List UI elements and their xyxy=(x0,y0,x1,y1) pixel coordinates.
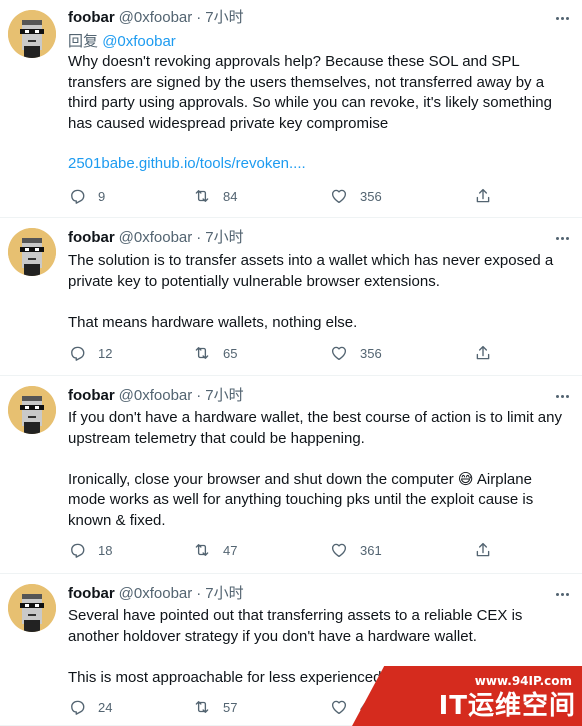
display-name[interactable]: foobar xyxy=(68,386,115,406)
retweet-button[interactable]: 47 xyxy=(193,540,237,560)
timestamp[interactable]: 7小时 xyxy=(205,386,243,406)
retweet-count: 57 xyxy=(223,699,238,715)
tweet-actions: 12 65 356 xyxy=(68,343,498,363)
heart-icon xyxy=(331,346,347,361)
tweet[interactable]: foobar @0xfoobar · 7小时 The solution is t… xyxy=(0,218,582,376)
tweet-header: foobar @0xfoobar · 7小时 xyxy=(68,228,244,248)
user-handle[interactable]: @0xfoobar xyxy=(119,8,193,28)
retweet-count: 47 xyxy=(223,542,238,558)
share-button[interactable] xyxy=(474,343,492,363)
retweet-button[interactable]: 57 xyxy=(193,697,237,717)
share-button[interactable] xyxy=(474,540,492,560)
separator-dot: · xyxy=(196,229,202,246)
share-icon xyxy=(476,542,490,557)
reply-count: 24 xyxy=(98,699,113,715)
tweet-text: If you don't have a hardware wallet, the… xyxy=(68,409,562,529)
more-options-icon[interactable] xyxy=(552,386,572,406)
heart-icon xyxy=(331,543,347,558)
retweet-count: 84 xyxy=(223,188,238,204)
user-handle[interactable]: @0xfoobar xyxy=(119,584,193,604)
avatar[interactable] xyxy=(8,10,56,58)
reply-icon xyxy=(71,189,85,204)
heart-icon xyxy=(331,700,347,715)
retweet-button[interactable]: 84 xyxy=(193,186,237,206)
tweet[interactable]: foobar @0xfoobar · 7小时 If you don't have… xyxy=(0,376,582,574)
user-handle[interactable]: @0xfoobar xyxy=(119,228,193,248)
retweet-icon xyxy=(195,544,209,556)
tweet-link[interactable]: 2501babe.github.io/tools/revoken.... xyxy=(68,154,568,175)
separator-dot: · xyxy=(196,9,202,26)
retweet-icon xyxy=(195,347,209,359)
reply-icon xyxy=(71,700,85,715)
tweet-actions: 18 47 361 xyxy=(68,540,498,560)
tweet-text: The solution is to transfer assets into … xyxy=(68,252,554,331)
more-options-icon[interactable] xyxy=(552,228,572,248)
more-options-icon[interactable] xyxy=(552,8,572,28)
timestamp[interactable]: 7小时 xyxy=(205,228,243,248)
retweet-count: 65 xyxy=(223,345,238,361)
share-icon xyxy=(476,188,490,203)
like-button[interactable]: 361 xyxy=(330,540,382,560)
share-button[interactable] xyxy=(474,186,492,206)
share-icon xyxy=(476,345,490,360)
avatar[interactable] xyxy=(8,228,56,276)
display-name[interactable]: foobar xyxy=(68,228,115,248)
replying-to: 回复 @0xfoobar xyxy=(68,32,176,52)
like-count: 356 xyxy=(360,345,382,361)
avatar[interactable] xyxy=(8,584,56,632)
user-handle[interactable]: @0xfoobar xyxy=(119,386,193,406)
tweet-header: foobar @0xfoobar · 7小时 xyxy=(68,386,244,406)
more-options-icon[interactable] xyxy=(552,584,572,604)
display-name[interactable]: foobar xyxy=(68,8,115,28)
reply-count: 9 xyxy=(98,188,106,204)
tweet-header: foobar @0xfoobar · 7小时 xyxy=(68,8,244,28)
reply-prefix: 回复 xyxy=(68,33,99,50)
avatar[interactable] xyxy=(8,386,56,434)
pixel-avatar-icon xyxy=(8,10,56,58)
tweet-header: foobar @0xfoobar · 7小时 xyxy=(68,584,244,604)
reply-icon xyxy=(71,346,85,361)
like-button[interactable]: 356 xyxy=(330,186,382,206)
reply-count: 18 xyxy=(98,542,113,558)
tweet[interactable]: foobar @0xfoobar · 7小时 回复 @0xfoobar Why … xyxy=(0,0,582,218)
like-count: 356 xyxy=(360,188,382,204)
reply-button[interactable]: 12 xyxy=(68,343,112,363)
watermark-text: IT运维空间 xyxy=(438,691,576,721)
reply-count: 12 xyxy=(98,345,113,361)
retweet-button[interactable]: 65 xyxy=(193,343,237,363)
reply-button[interactable]: 9 xyxy=(68,186,105,206)
timestamp[interactable]: 7小时 xyxy=(205,8,243,28)
pixel-avatar-icon xyxy=(8,228,56,276)
watermark-logo: www.94IP.com IT运维空间 xyxy=(352,660,582,726)
tweet-actions: 9 84 356 xyxy=(68,186,498,206)
separator-dot: · xyxy=(196,585,202,602)
tweet-text: Why doesn't revoking approvals help? Bec… xyxy=(68,53,557,132)
timestamp[interactable]: 7小时 xyxy=(205,584,243,604)
pixel-avatar-icon xyxy=(8,386,56,434)
reply-mention-link[interactable]: @0xfoobar xyxy=(102,33,176,50)
display-name[interactable]: foobar xyxy=(68,584,115,604)
reply-button[interactable]: 18 xyxy=(68,540,112,560)
heart-icon xyxy=(331,189,347,204)
reply-icon xyxy=(71,543,85,558)
reply-button[interactable]: 24 xyxy=(68,697,112,717)
retweet-icon xyxy=(195,190,209,202)
like-button[interactable]: 356 xyxy=(330,343,382,363)
like-count: 361 xyxy=(360,542,382,558)
separator-dot: · xyxy=(196,387,202,404)
retweet-icon xyxy=(195,701,209,713)
pixel-avatar-icon xyxy=(8,584,56,632)
